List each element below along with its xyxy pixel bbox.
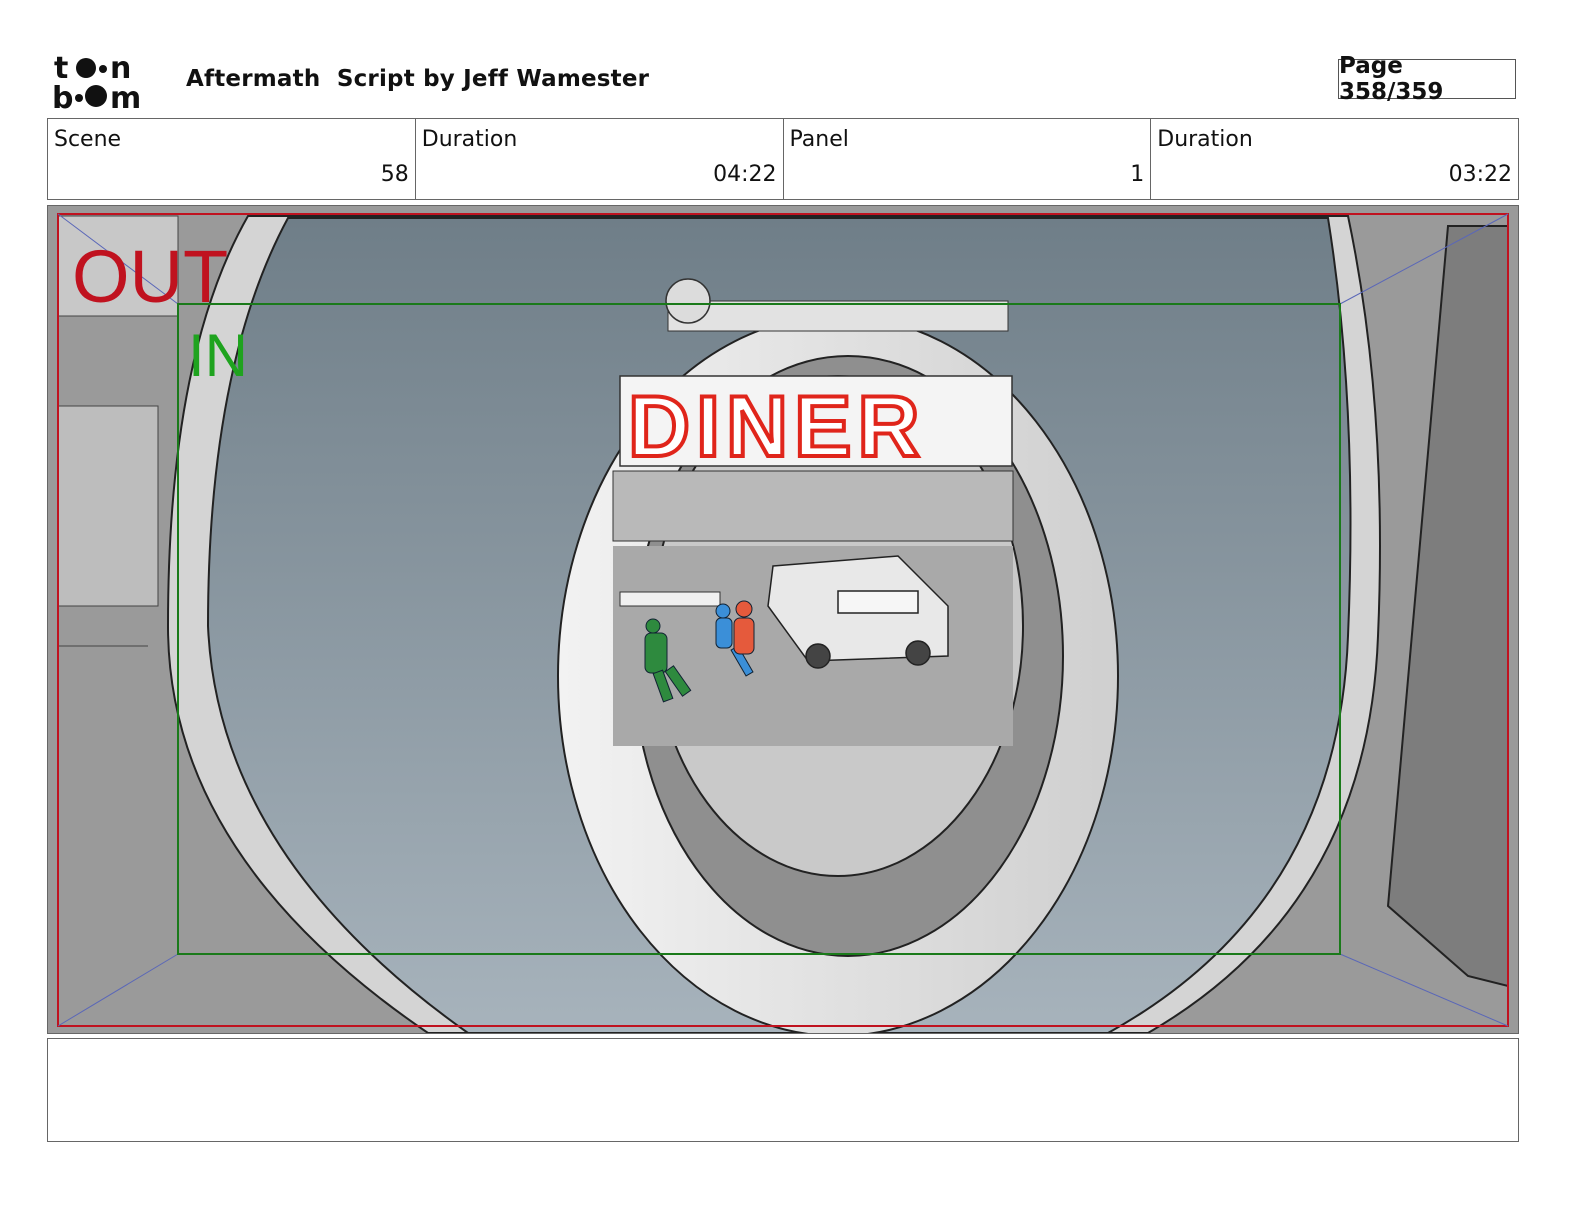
out-label: OUT — [72, 235, 228, 318]
diner-roof — [667, 300, 1009, 332]
storyboard-drawing: DINER OUT IN — [48, 206, 1518, 1033]
svg-text:m: m — [110, 81, 141, 112]
panel-duration-cell: Duration 03:22 — [1151, 119, 1518, 199]
panel-cell: Panel 1 — [784, 119, 1152, 199]
scene-label: Scene — [54, 127, 122, 152]
scene-duration-value: 04:22 — [713, 162, 777, 187]
scene-duration-label: Duration — [421, 127, 518, 152]
storyboard-panel: DINER OUT IN — [47, 205, 1519, 1034]
scene-cell: Scene 58 — [48, 119, 416, 199]
svg-text:b: b — [52, 81, 73, 112]
red-figure — [733, 600, 755, 655]
scene-info-row: Scene 58 Duration 04:22 Panel 1 Duration… — [47, 118, 1519, 200]
panel-notes-box — [47, 1038, 1519, 1142]
document-title: Aftermath Script by Jeff Wamester — [186, 66, 650, 92]
roof-fan-icon — [665, 278, 711, 324]
page-number: Page 358/359 — [1338, 53, 1516, 105]
in-label: IN — [188, 322, 248, 389]
panel-duration-label: Duration — [1157, 127, 1253, 152]
scene-value: 58 — [380, 162, 409, 187]
panel-label: Panel — [789, 127, 849, 152]
toon-boom-logo: t n b m — [52, 52, 141, 112]
diner-window-band — [612, 470, 1014, 542]
curb — [619, 591, 721, 607]
diner-sign: DINER — [628, 379, 926, 475]
scene-duration-cell: Duration 04:22 — [416, 119, 784, 199]
panel-duration-value: 03:22 — [1448, 162, 1512, 187]
panel-value: 1 — [1130, 162, 1145, 187]
